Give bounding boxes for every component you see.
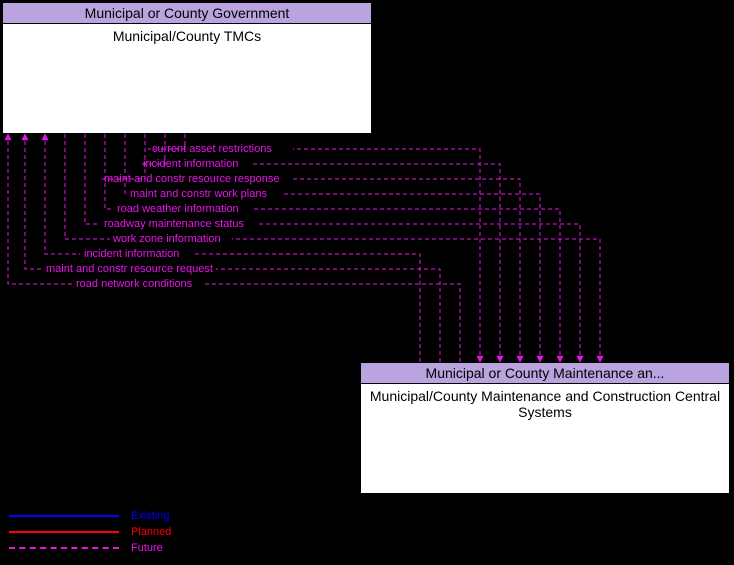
flow-label: maint and constr resource response [104, 173, 279, 185]
legend-swatch-planned [9, 531, 119, 533]
flow-label: current asset restrictions [152, 143, 272, 155]
node-tmc[interactable]: Municipal or County Government Municipal… [2, 2, 372, 134]
legend-label: Existing [131, 510, 170, 522]
legend-label: Future [131, 542, 163, 554]
legend: Existing Planned Future [2, 504, 316, 563]
legend-swatch-future [9, 547, 119, 549]
node-mcms-header: Municipal or County Maintenance an... [360, 362, 730, 384]
node-tmc-header: Municipal or County Government [2, 2, 372, 24]
legend-label: Planned [131, 526, 171, 538]
legend-row-planned: Planned [3, 524, 315, 540]
flow-label: maint and constr resource request [46, 263, 213, 275]
legend-row-existing: Existing [3, 508, 315, 524]
flow-label: roadway maintenance status [104, 218, 244, 230]
legend-row-future: Future [3, 540, 315, 556]
flow-label: incident information [143, 158, 238, 170]
flow-label: maint and constr work plans [130, 188, 267, 200]
node-tmc-body: Municipal/County TMCs [2, 24, 372, 134]
flow-label: work zone information [113, 233, 221, 245]
legend-swatch-existing [9, 515, 119, 517]
node-mcms[interactable]: Municipal or County Maintenance an... Mu… [360, 362, 730, 494]
flow-label: road weather information [117, 203, 239, 215]
flow-label: incident information [84, 248, 179, 260]
flow-label: road network conditions [76, 278, 192, 290]
node-mcms-body: Municipal/County Maintenance and Constru… [360, 384, 730, 494]
